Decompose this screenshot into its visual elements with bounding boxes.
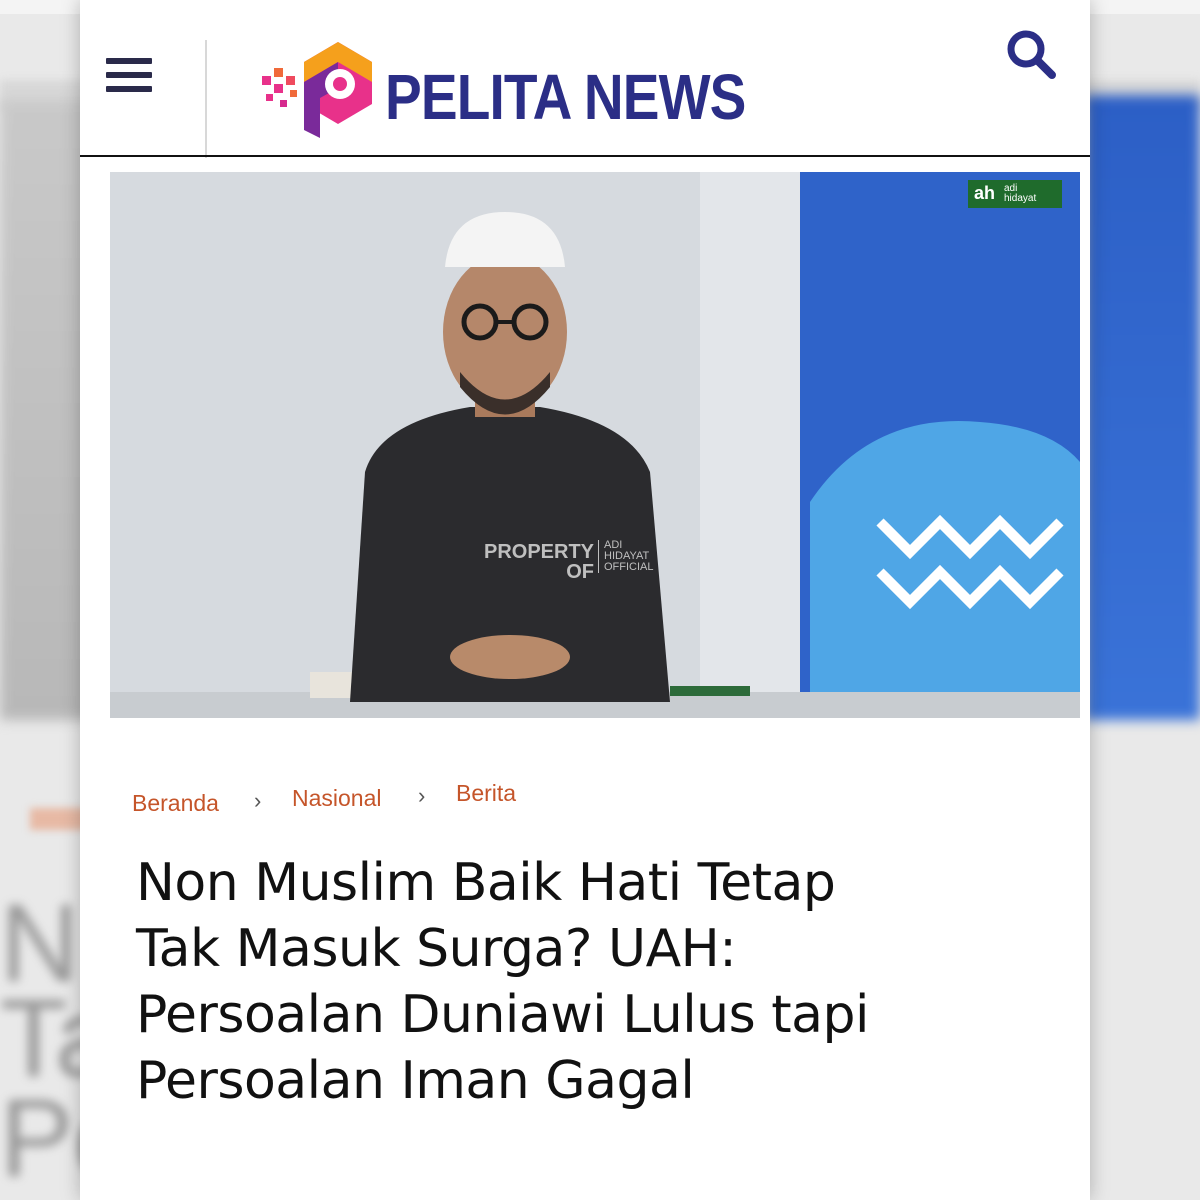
- article-title-line: Tak Masuk Surga? UAH:: [136, 919, 737, 979]
- site-logo[interactable]: PELITA NEWS: [260, 38, 780, 148]
- watermark-property: PROPERTY OF: [484, 541, 595, 583]
- article-title-line: Persoalan Iman Gagal: [136, 1051, 695, 1111]
- hero-image[interactable]: PROPERTY OF ADI HIDAYAT OFFICIAL ah adi h…: [110, 172, 1080, 718]
- article-card: PELITA NEWS PROPERTY OF ADI HIDAYAT OFFI…: [80, 0, 1090, 1200]
- hero-photo-scene: [110, 172, 1080, 718]
- logo-mark-icon: [262, 42, 372, 138]
- channel-logo: ah adi hidayat: [968, 180, 1062, 208]
- breadcrumb-item-berita[interactable]: Berita: [456, 780, 516, 807]
- breadcrumb-item-nasional[interactable]: Nasional: [292, 785, 382, 812]
- logo-wordmark: PELITA NEWS: [385, 61, 746, 133]
- hamburger-menu-icon[interactable]: [106, 58, 152, 100]
- backdrop-right-panel: [1085, 95, 1200, 720]
- header-divider: [205, 40, 207, 158]
- site-header: PELITA NEWS: [80, 0, 1090, 190]
- search-icon[interactable]: [1002, 25, 1062, 85]
- watermark-owner: ADI HIDAYAT OFFICIAL: [598, 540, 654, 573]
- header-bottom-border: [80, 155, 1090, 157]
- breadcrumb: Beranda › Nasional › Berita: [132, 780, 732, 816]
- breadcrumb-separator: ›: [418, 783, 426, 808]
- article-title-line: Persoalan Duniawi Lulus tapi: [136, 985, 869, 1045]
- breadcrumb-separator: ›: [254, 788, 262, 813]
- article-title: Non Muslim Baik Hati Tetap Tak Masuk Sur…: [136, 850, 1066, 1114]
- article-title-line: Non Muslim Baik Hati Tetap: [136, 853, 836, 913]
- breadcrumb-item-beranda[interactable]: Beranda: [132, 790, 219, 817]
